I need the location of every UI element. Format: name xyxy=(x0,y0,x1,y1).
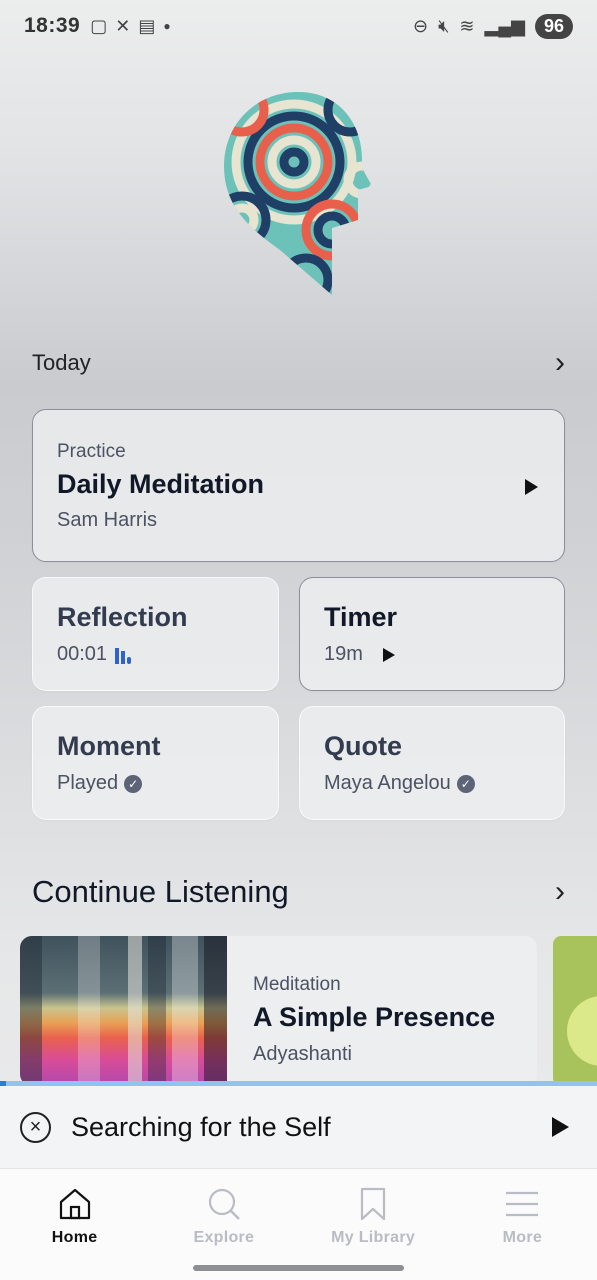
signal-icon: ▂▄▆ xyxy=(484,15,525,36)
app-logo xyxy=(224,92,372,295)
reflection-time: 00:01 xyxy=(57,643,108,665)
battery-badge: 96 xyxy=(534,13,573,39)
checkmark-icon: ✓ xyxy=(456,774,475,793)
timer-duration: 19m xyxy=(324,643,363,665)
quote-title: Quote xyxy=(324,731,402,761)
today-section-header: Today › xyxy=(32,346,565,380)
nav-item-explore[interactable]: Explore xyxy=(149,1169,298,1280)
moment-card[interactable]: Moment Played ✓ xyxy=(32,706,279,820)
nav-label-more: More xyxy=(502,1229,543,1246)
today-heading: Today xyxy=(32,350,91,375)
today-chevron-right-icon[interactable]: › xyxy=(555,346,565,380)
dot-icon: ● xyxy=(163,19,171,33)
practice-card[interactable]: Practice Daily Meditation Sam Harris xyxy=(32,409,565,562)
bookmark-icon xyxy=(361,1187,386,1221)
continue-listening-chevron-right-icon[interactable]: › xyxy=(555,875,565,909)
continue-listening-heading: Continue Listening xyxy=(32,874,289,909)
nav-item-my-library[interactable]: My Library xyxy=(299,1169,448,1280)
home-indicator xyxy=(193,1265,404,1271)
moment-title: Moment xyxy=(57,731,161,761)
nav-item-home[interactable]: Home xyxy=(0,1169,149,1280)
mute-icon: 🔇︎ xyxy=(438,15,450,36)
timer-card[interactable]: Timer 19m xyxy=(299,577,565,691)
nav-label-home: Home xyxy=(51,1229,98,1246)
home-icon xyxy=(59,1188,90,1220)
continue-listening-card[interactable]: Meditation A Simple Presence Adyashanti xyxy=(20,936,537,1086)
status-time: 18:39 xyxy=(24,14,81,37)
episode-author: Adyashanti xyxy=(253,1043,352,1065)
moment-status: Played xyxy=(57,772,119,794)
quote-author: Maya Angelou xyxy=(324,772,451,794)
checkmark-icon: ✓ xyxy=(124,774,143,793)
search-icon xyxy=(208,1188,240,1220)
nav-item-more[interactable]: More xyxy=(448,1169,597,1280)
bottom-nav: Home Explore My Library More xyxy=(0,1168,597,1280)
next-card-peek[interactable] xyxy=(553,936,597,1086)
missed-call-icon: ✕ xyxy=(115,15,131,36)
do-not-disturb-icon: ⊖ xyxy=(412,15,429,36)
continue-listening-header: Continue Listening › xyxy=(32,870,565,914)
play-icon[interactable] xyxy=(525,479,538,495)
close-icon[interactable]: × xyxy=(20,1111,51,1143)
practice-title: Daily Meditation xyxy=(57,469,265,499)
practice-author: Sam Harris xyxy=(57,509,158,531)
episode-title: A Simple Presence xyxy=(253,1002,496,1032)
mini-player-play-icon[interactable] xyxy=(552,1117,569,1137)
wifi-icon: ≋ xyxy=(459,15,475,36)
timer-play-icon[interactable] xyxy=(382,647,395,662)
mini-player[interactable]: × Searching for the Self xyxy=(0,1086,597,1168)
reflection-title: Reflection xyxy=(57,602,188,632)
calendar-icon: ▤ xyxy=(138,15,156,36)
screenshot-icon: ▢ xyxy=(90,15,108,36)
status-bar: 18:39 ▢ ✕ ▤ ● ⊖ 🔇︎ ≋ ▂▄▆ 96 xyxy=(0,0,597,52)
audio-bars-icon xyxy=(115,647,132,664)
reflection-card[interactable]: Reflection 00:01 xyxy=(32,577,279,691)
quote-card[interactable]: Quote Maya Angelou ✓ xyxy=(299,706,565,820)
practice-kicker: Practice xyxy=(57,441,126,462)
nav-label-my-library: My Library xyxy=(331,1229,416,1246)
nav-label-explore: Explore xyxy=(193,1229,255,1246)
mini-player-title: Searching for the Self xyxy=(71,1111,331,1142)
timer-title: Timer xyxy=(324,602,398,632)
episode-kicker: Meditation xyxy=(253,974,341,995)
episode-artwork xyxy=(20,936,227,1086)
menu-icon xyxy=(506,1191,539,1217)
